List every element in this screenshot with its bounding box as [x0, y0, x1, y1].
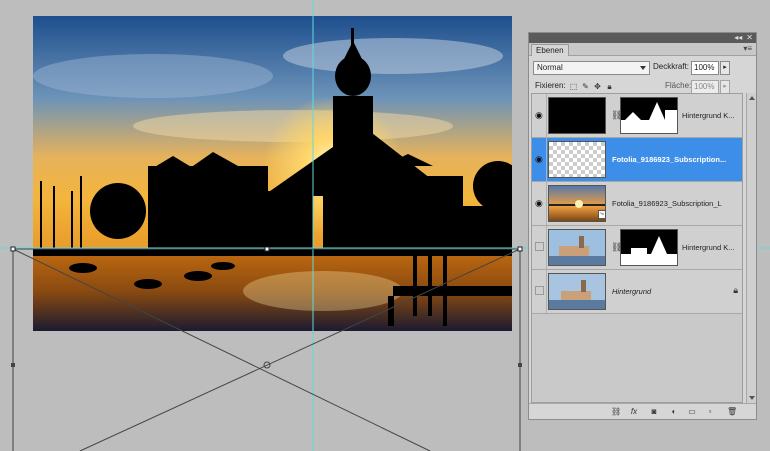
opacity-label: Deckkraft:: [653, 62, 690, 71]
add-mask-icon[interactable]: ◙: [649, 407, 659, 417]
layer-thumbnail: [548, 273, 606, 310]
collapse-icon[interactable]: ◂◂: [734, 34, 742, 42]
fx-icon[interactable]: fx: [629, 407, 639, 417]
layers-scrollbar[interactable]: [746, 93, 756, 403]
panel-footer: ⛓ fx ◙ ◐ ▭ ▫ 🗑︎: [529, 403, 756, 419]
lock-all-icon[interactable]: 🔒︎: [605, 82, 614, 91]
new-layer-icon[interactable]: ▫: [705, 407, 715, 417]
fill-slider-button[interactable]: ▸: [720, 80, 730, 94]
layers-list: ◉ ⛓ Hintergrund K... ◉ Fotolia_9186923_S…: [531, 93, 743, 403]
lock-row: Fixieren: ⬚ ✎ ✥ 🔒︎ Fläche: 100% ▸: [533, 80, 752, 94]
lock-transparency-icon[interactable]: ⬚: [569, 82, 578, 91]
silhouette-image: [33, 16, 512, 331]
layers-panel: ◂◂ ✕ Ebenen ▾≡ Normal Deckkraft: 100% ▸ …: [528, 32, 757, 420]
delete-layer-icon[interactable]: 🗑︎: [727, 407, 737, 417]
lock-label: Fixieren:: [535, 81, 566, 90]
layer-row[interactable]: ◉ ⛓ Hintergrund K...: [532, 94, 742, 138]
layer-row[interactable]: Hintergrund 🔒︎: [532, 270, 742, 314]
eye-icon: ◉: [535, 154, 543, 164]
eye-icon: ◉: [535, 110, 543, 120]
adjustment-layer-icon[interactable]: ◐: [669, 407, 679, 417]
lock-icon: 🔒︎: [733, 285, 738, 295]
opacity-input[interactable]: 100%: [691, 61, 719, 75]
layer-row[interactable]: ◉ ⤷ Fotolia_9186923_Subscription_L: [532, 182, 742, 226]
chevron-down-icon: [640, 66, 646, 70]
tab-layers[interactable]: Ebenen: [531, 44, 569, 56]
layer-thumbnail: [548, 141, 606, 178]
layer-name[interactable]: Hintergrund K...: [682, 111, 740, 120]
layer-name[interactable]: Hintergrund K...: [682, 243, 740, 252]
lock-position-icon[interactable]: ✥: [593, 82, 602, 91]
blend-row: Normal Deckkraft: 100% ▸: [533, 61, 752, 75]
panel-tabbar: Ebenen ▾≡: [529, 43, 756, 56]
layer-thumbnail: [548, 97, 606, 134]
layer-name[interactable]: Hintergrund: [612, 287, 712, 296]
visibility-toggle[interactable]: ◉: [533, 182, 547, 225]
opacity-slider-button[interactable]: ▸: [720, 61, 730, 75]
visibility-toggle[interactable]: [533, 226, 547, 269]
hidden-box-icon: [535, 286, 544, 295]
fill-label: Fläche:: [665, 81, 692, 90]
sunset-photo[interactable]: [33, 16, 512, 331]
visibility-toggle[interactable]: ◉: [533, 138, 547, 181]
scroll-up-icon[interactable]: [749, 96, 755, 100]
fill-input[interactable]: 100%: [691, 80, 719, 94]
link-layers-icon[interactable]: ⛓: [611, 407, 621, 417]
layer-thumbnail: [548, 229, 606, 266]
scroll-down-icon[interactable]: [749, 396, 755, 400]
eye-icon: ◉: [535, 198, 543, 208]
visibility-toggle[interactable]: [533, 270, 547, 313]
layer-row-selected[interactable]: ◉ Fotolia_9186923_Subscription...: [532, 138, 742, 182]
close-icon[interactable]: ✕: [746, 34, 753, 42]
layer-name[interactable]: Fotolia_9186923_Subscription...: [612, 155, 740, 164]
lock-brush-icon[interactable]: ✎: [581, 82, 590, 91]
document-canvas[interactable]: [0, 0, 525, 451]
panel-titlebar: ◂◂ ✕: [529, 33, 756, 43]
layer-mask-thumbnail[interactable]: [620, 97, 678, 134]
hidden-box-icon: [535, 242, 544, 251]
panel-menu-icon[interactable]: ▾≡: [743, 44, 752, 53]
blend-mode-value: Normal: [537, 63, 563, 72]
smart-object-badge-icon: ⤷: [598, 210, 606, 219]
layer-mask-thumbnail[interactable]: [620, 229, 678, 266]
layer-row[interactable]: ⛓ Hintergrund K...: [532, 226, 742, 270]
blend-mode-select[interactable]: Normal: [533, 61, 650, 75]
layer-name[interactable]: Fotolia_9186923_Subscription_L: [612, 199, 740, 208]
visibility-toggle[interactable]: ◉: [533, 94, 547, 137]
new-group-icon[interactable]: ▭: [687, 407, 697, 417]
